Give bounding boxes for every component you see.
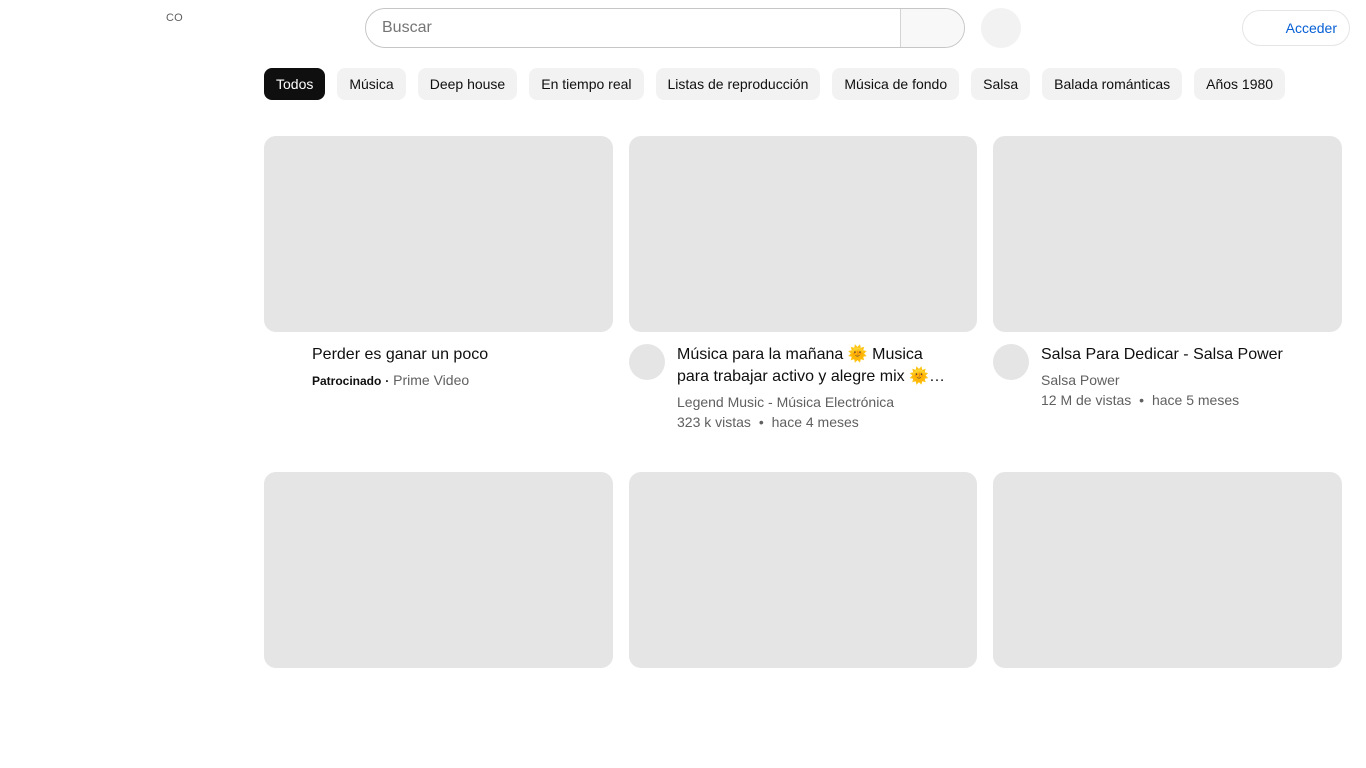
sponsored-badge: Patrocinado (312, 374, 382, 388)
video-meta: Salsa Para Dedicar - Salsa Power Salsa P… (993, 344, 1342, 410)
search-input[interactable] (366, 9, 900, 47)
chip-balada-romanticas[interactable]: Balada románticas (1042, 68, 1183, 100)
video-info: Salsa Para Dedicar - Salsa Power Salsa P… (1041, 344, 1342, 410)
video-card-placeholder (264, 472, 613, 768)
channel-avatar[interactable] (629, 344, 665, 380)
signin-label: Acceder (1285, 20, 1337, 36)
video-info: Música para la mañana 🌞 Musica para trab… (677, 344, 977, 432)
chip-musica-de-fondo[interactable]: Música de fondo (832, 68, 960, 100)
video-thumbnail[interactable] (629, 136, 977, 332)
upload-age: hace 5 meses (1151, 392, 1240, 408)
video-title[interactable]: Perder es ganar un poco (312, 344, 589, 366)
advertiser-avatar (264, 344, 300, 380)
chip-todos[interactable]: Todos (264, 68, 326, 100)
video-thumbnail (264, 472, 613, 668)
video-grid: Perder es ganar un poco Patrocinado · Pr… (264, 136, 1342, 768)
chip-deep-house[interactable]: Deep house (417, 68, 518, 100)
video-thumbnail[interactable] (264, 136, 613, 332)
chip-listas-de-reproduccion[interactable]: Listas de reproducción (655, 68, 821, 100)
video-card[interactable]: Perder es ganar un poco Patrocinado · Pr… (264, 136, 613, 432)
chip-en-tiempo-real[interactable]: En tiempo real (529, 68, 644, 100)
video-title[interactable]: Música para la mañana 🌞 Musica para trab… (677, 344, 953, 388)
video-title[interactable]: Salsa Para Dedicar - Salsa Power (1041, 344, 1318, 366)
video-card-placeholder (993, 472, 1342, 768)
stats-separator: • (1139, 392, 1145, 408)
video-meta: Perder es ganar un poco Patrocinado · Pr… (264, 344, 613, 391)
video-thumbnail (629, 472, 977, 668)
video-card-placeholder (629, 472, 977, 768)
sponsor-separator: · (385, 374, 390, 388)
video-card[interactable]: Música para la mañana 🌞 Musica para trab… (629, 136, 977, 432)
video-thumbnail[interactable] (993, 136, 1342, 332)
channel-name[interactable]: Legend Music - Música Electrónica (677, 392, 953, 412)
chip-musica[interactable]: Música (337, 68, 406, 100)
video-card[interactable]: Salsa Para Dedicar - Salsa Power Salsa P… (993, 136, 1342, 432)
filter-chips: Todos Música Deep house En tiempo real L… (264, 68, 1294, 100)
advertiser-name[interactable]: Prime Video (393, 372, 469, 388)
chip-anos-1980[interactable]: Años 1980 (1194, 68, 1286, 100)
video-meta: Música para la mañana 🌞 Musica para trab… (629, 344, 977, 432)
video-thumbnail (993, 472, 1342, 668)
sponsor-line: Patrocinado · Prime Video (312, 370, 589, 391)
search-button[interactable] (900, 9, 964, 47)
view-count: 323 k vistas (677, 414, 751, 430)
signin-button[interactable]: Acceder (1242, 10, 1350, 46)
channel-avatar[interactable] (993, 344, 1029, 380)
upload-age: hace 4 meses (771, 414, 859, 430)
view-count: 12 M de vistas (1041, 392, 1132, 408)
video-info: Perder es ganar un poco Patrocinado · Pr… (312, 344, 613, 391)
video-stats: 323 k vistas • hace 4 meses (677, 412, 953, 432)
chip-salsa[interactable]: Salsa (971, 68, 1031, 100)
stats-separator: • (758, 414, 764, 430)
voice-search-button[interactable] (981, 8, 1021, 48)
region-code: CO (166, 12, 183, 24)
channel-name[interactable]: Salsa Power (1041, 370, 1318, 390)
search-box (365, 8, 965, 48)
video-stats: 12 M de vistas • hace 5 meses (1041, 390, 1318, 410)
